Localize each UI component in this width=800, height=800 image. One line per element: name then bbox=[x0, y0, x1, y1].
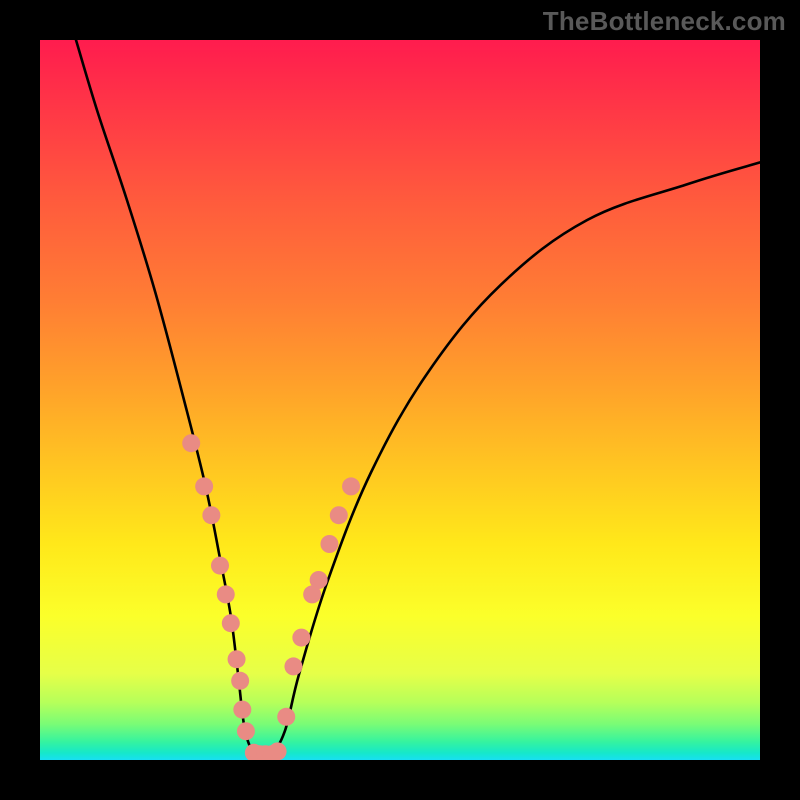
highlight-point bbox=[320, 535, 338, 553]
highlight-point bbox=[222, 614, 240, 632]
curve-layer bbox=[40, 40, 760, 760]
highlight-point bbox=[217, 585, 235, 603]
chart-root: TheBottleneck.com bbox=[0, 0, 800, 800]
highlight-point bbox=[233, 701, 251, 719]
highlight-point bbox=[342, 477, 360, 495]
highlight-point bbox=[182, 434, 200, 452]
watermark-text: TheBottleneck.com bbox=[543, 6, 786, 37]
highlight-point bbox=[330, 506, 348, 524]
plot-area bbox=[40, 40, 760, 760]
highlight-point bbox=[202, 506, 220, 524]
highlight-point bbox=[310, 571, 328, 589]
highlight-point bbox=[237, 722, 255, 740]
highlight-points bbox=[182, 434, 360, 760]
highlight-point bbox=[269, 742, 287, 760]
highlight-point bbox=[228, 650, 246, 668]
highlight-point bbox=[195, 477, 213, 495]
highlight-point bbox=[277, 708, 295, 726]
highlight-point bbox=[284, 657, 302, 675]
bottleneck-curve bbox=[76, 40, 760, 757]
highlight-point bbox=[292, 629, 310, 647]
highlight-point bbox=[211, 557, 229, 575]
highlight-point bbox=[231, 672, 249, 690]
